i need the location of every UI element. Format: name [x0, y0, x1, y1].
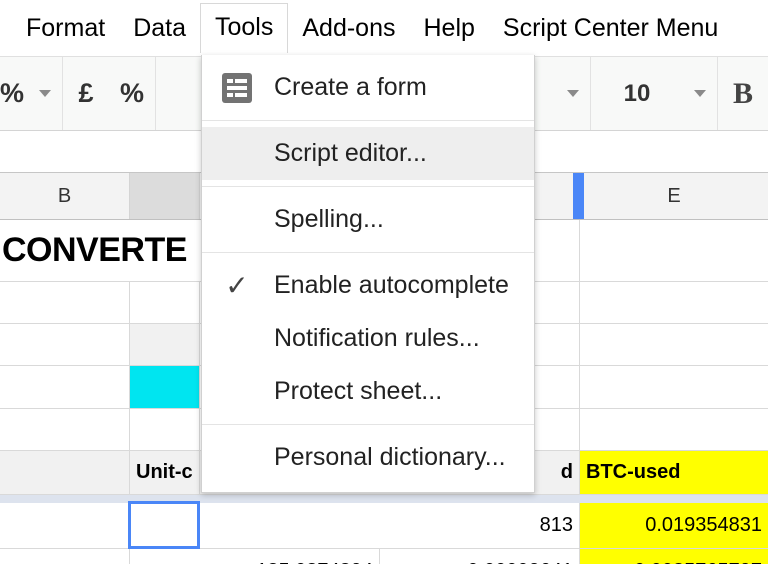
toolbar-group-style: B: [718, 57, 768, 130]
cell-blank[interactable]: [580, 366, 768, 408]
cell-blank[interactable]: [0, 409, 130, 450]
menu-item-label: Notification rules...: [274, 324, 480, 352]
toolbar-group-fontsize: 10: [591, 57, 718, 130]
menu-divider: [202, 186, 534, 187]
menu-tools[interactable]: Tools: [200, 3, 289, 53]
toolbar-group-format: %: [0, 57, 64, 130]
spreadsheet-app: B E CONVERTE Unit-c d BTC-used 813 0.019…: [0, 0, 768, 564]
menu-data[interactable]: Data: [119, 4, 200, 53]
menu-item-label: Protect sheet...: [274, 377, 443, 405]
menu-item-spelling[interactable]: Spelling...: [202, 193, 534, 246]
menu-divider: [202, 252, 534, 253]
menu-item-label: Enable autocomplete: [274, 271, 509, 299]
bold-button[interactable]: B: [718, 57, 768, 130]
cell-btc-used-2[interactable]: 0.0035765797: [580, 549, 768, 564]
table-row[interactable]: 813 0.019354831: [0, 503, 768, 549]
menu-item-label: Script editor...: [274, 139, 427, 167]
percent-format-partial-button[interactable]: %: [0, 57, 28, 130]
currency-pound-button[interactable]: £: [63, 57, 109, 130]
cell-cyan-highlight[interactable]: [130, 366, 200, 408]
chevron-down-icon: [694, 90, 706, 97]
active-cell-selection[interactable]: [128, 501, 200, 549]
column-header-b[interactable]: B: [0, 173, 130, 219]
cell-blank[interactable]: [580, 324, 768, 365]
toolbar-group-currency: £ %: [63, 57, 157, 130]
cell-usd-1[interactable]: 813: [200, 503, 580, 548]
cell-header-unit-cost[interactable]: Unit-c: [130, 451, 200, 494]
menu-bar: Format Data Tools Add-ons Help Script Ce…: [0, 0, 768, 56]
checkmark-icon: ✓: [225, 269, 249, 301]
tools-dropdown-menu[interactable]: Create a form Script editor... Spelling.…: [201, 55, 535, 493]
menu-item-label: Spelling...: [274, 205, 384, 233]
chevron-down-icon: [567, 90, 579, 97]
cell-title-converter[interactable]: CONVERTE: [0, 220, 200, 281]
cell-gray[interactable]: [130, 324, 200, 365]
cell-blank[interactable]: [580, 282, 768, 323]
menu-item-personal-dictionary[interactable]: Personal dictionary...: [202, 431, 534, 484]
cell-blank[interactable]: [0, 549, 130, 564]
cell-blank[interactable]: [0, 282, 130, 323]
menu-add-ons[interactable]: Add-ons: [288, 4, 409, 53]
menu-item-label: Create a form: [274, 73, 427, 101]
cell-blank[interactable]: [580, 409, 768, 450]
cell-blank[interactable]: [130, 282, 200, 323]
menu-item-script-editor[interactable]: Script editor...: [202, 127, 534, 180]
column-header-e[interactable]: E: [580, 173, 768, 219]
cell-header-btc-used[interactable]: BTC-used: [580, 451, 768, 494]
cell-usd-2[interactable]: 0.00002641: [380, 549, 580, 564]
table-row[interactable]: 135.0874894 0.00002641 0.0035765797: [0, 549, 768, 564]
font-family-dropdown-icon[interactable]: [556, 57, 590, 130]
cell-blank[interactable]: [0, 366, 130, 408]
menu-item-enable-autocomplete[interactable]: ✓ Enable autocomplete: [202, 259, 534, 312]
menu-item-create-a-form[interactable]: Create a form: [202, 61, 534, 114]
cell-unit-cost-2[interactable]: 135.0874894: [130, 549, 380, 564]
more-formats-dropdown-icon[interactable]: [28, 57, 62, 130]
menu-item-notification-rules[interactable]: Notification rules...: [202, 312, 534, 365]
menu-item-label: Personal dictionary...: [274, 443, 506, 471]
cell-btc-used-1[interactable]: 0.019354831: [580, 503, 768, 548]
cell-blank[interactable]: [0, 324, 130, 365]
column-header-selected[interactable]: [130, 173, 200, 219]
menu-help[interactable]: Help: [410, 4, 489, 53]
font-size-value[interactable]: 10: [591, 57, 683, 130]
menu-script-center[interactable]: Script Center Menu: [489, 4, 732, 53]
cell-blank[interactable]: [130, 409, 200, 450]
chevron-down-icon: [39, 90, 52, 97]
menu-divider: [202, 120, 534, 121]
cell-blank[interactable]: [580, 220, 768, 281]
row-selection-band: [0, 495, 768, 503]
cell-blank[interactable]: [0, 503, 130, 548]
menu-format[interactable]: Format: [12, 4, 119, 53]
menu-item-protect-sheet[interactable]: Protect sheet...: [202, 365, 534, 418]
form-icon: [220, 71, 254, 105]
column-selection-marker: [573, 173, 584, 219]
menu-divider: [202, 424, 534, 425]
percent-button[interactable]: %: [109, 57, 155, 130]
font-size-dropdown-icon[interactable]: [683, 57, 717, 130]
cell-blank-header[interactable]: [0, 451, 130, 494]
